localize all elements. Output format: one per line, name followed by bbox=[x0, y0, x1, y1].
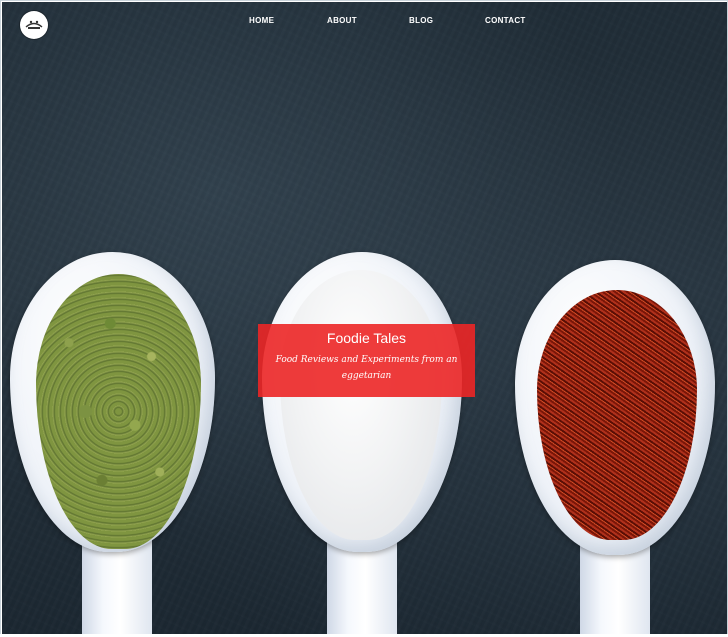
nav-links: HOME ABOUT BLOG CONTACT bbox=[2, 16, 727, 32]
nav-blog-link[interactable]: BLOG bbox=[409, 16, 433, 25]
page-frame: HOME ABOUT BLOG CONTACT Foodie Tales Foo… bbox=[0, 0, 728, 635]
top-navigation: HOME ABOUT BLOG CONTACT bbox=[2, 2, 727, 46]
nav-about-link[interactable]: ABOUT bbox=[327, 16, 357, 25]
site-title: Foodie Tales bbox=[326, 330, 407, 346]
spoon-thyme-image bbox=[10, 252, 215, 634]
hero-section: HOME ABOUT BLOG CONTACT Foodie Tales Foo… bbox=[2, 2, 727, 634]
spoon-salt-image bbox=[262, 252, 462, 634]
site-tagline: Food Reviews and Experiments from an egg… bbox=[275, 355, 458, 381]
spoon-saffron-image bbox=[515, 260, 715, 634]
hero-banner: Foodie Tales Food Reviews and Experiment… bbox=[258, 324, 475, 397]
nav-contact-link[interactable]: CONTACT bbox=[485, 16, 526, 25]
nav-home-link[interactable]: HOME bbox=[249, 16, 274, 25]
